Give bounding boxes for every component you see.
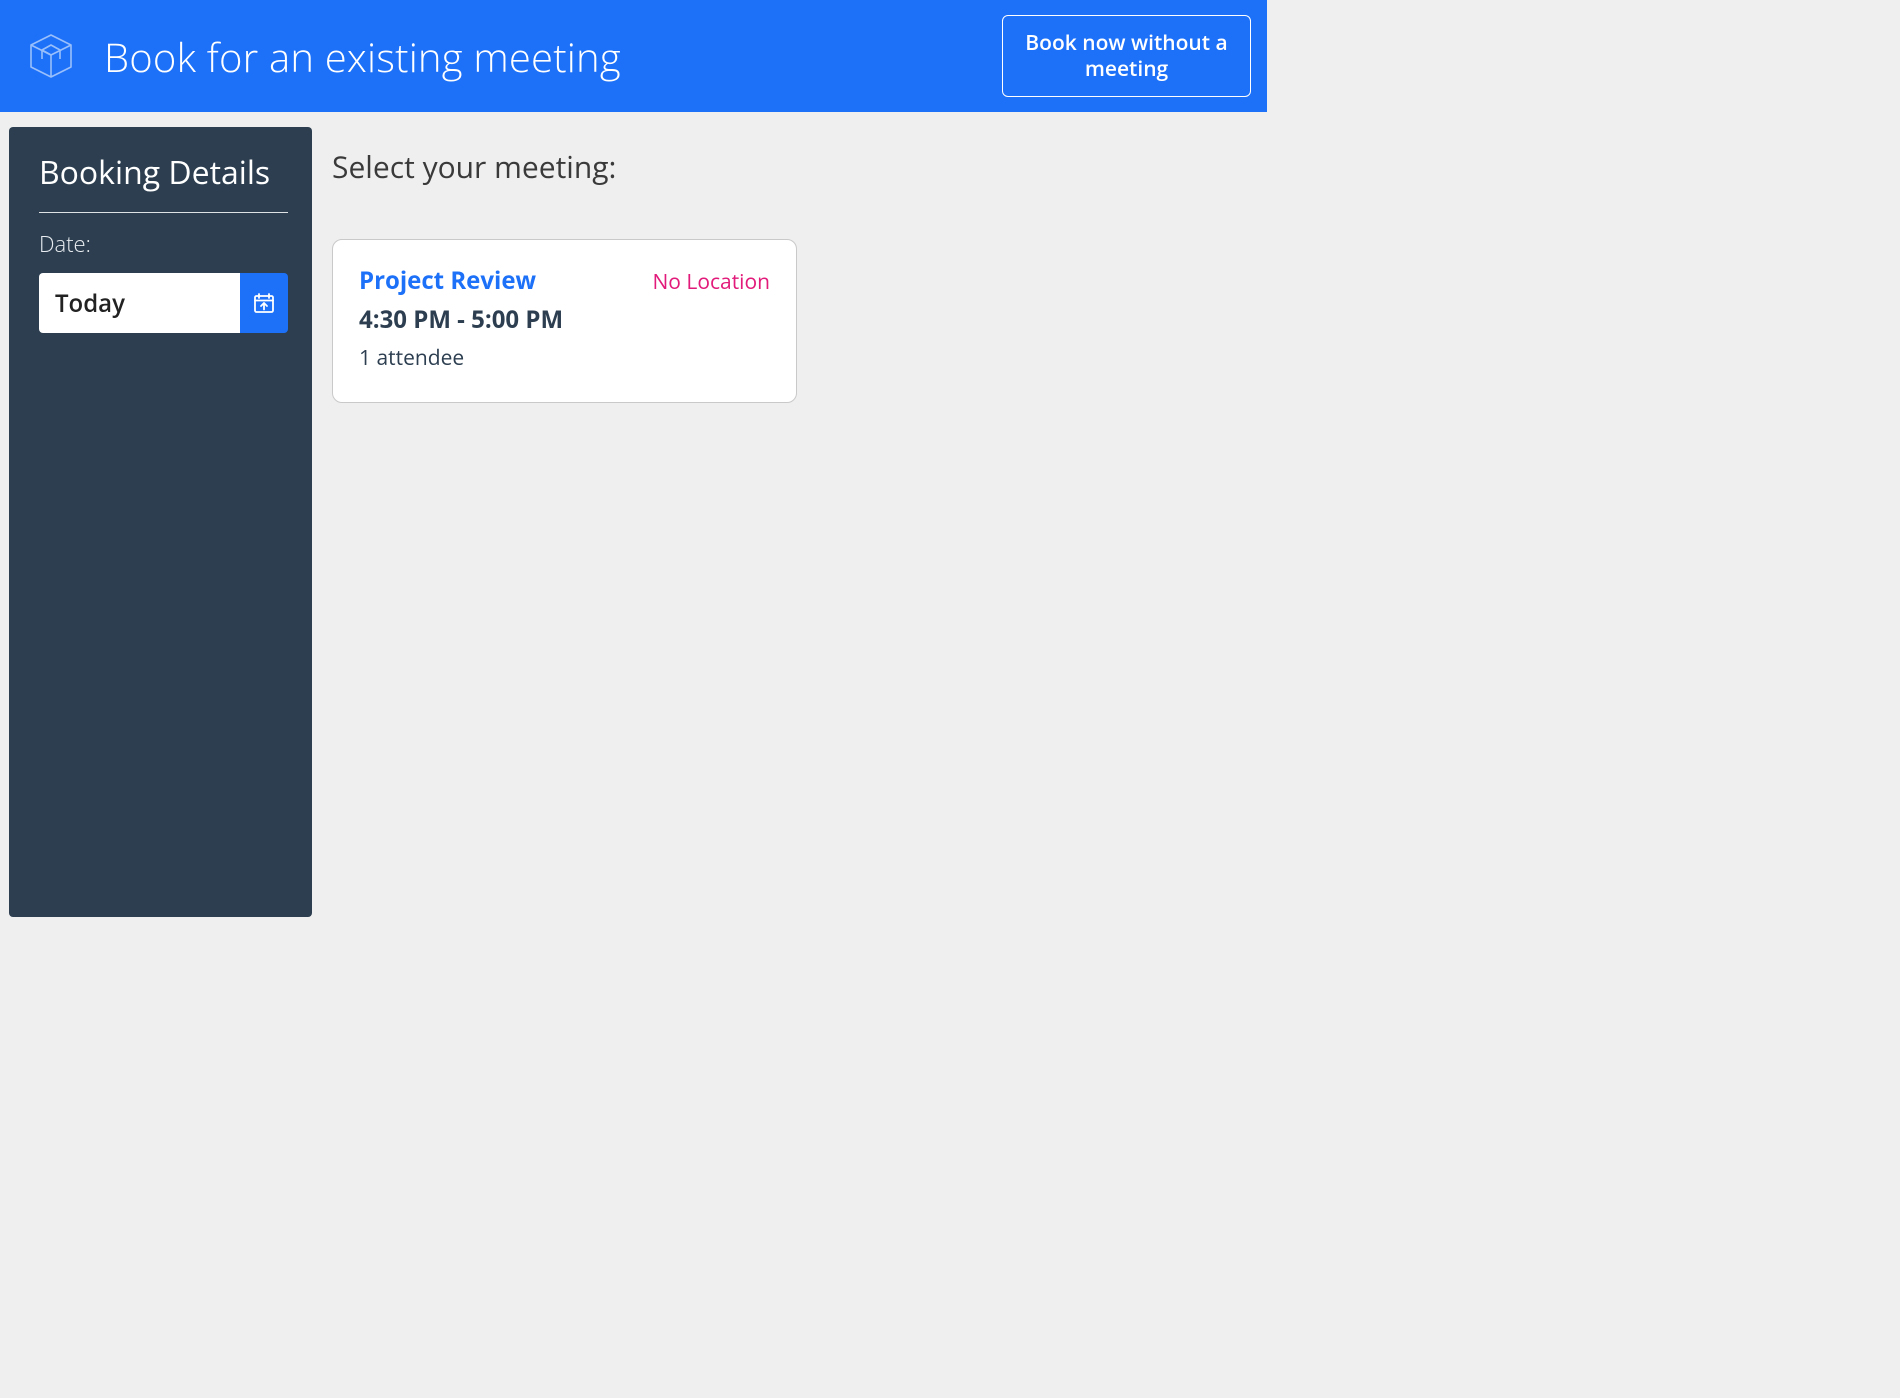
app-logo-icon xyxy=(26,31,76,81)
date-display[interactable]: Today xyxy=(39,273,240,333)
open-calendar-button[interactable] xyxy=(240,273,288,333)
book-without-meeting-button[interactable]: Book now without a meeting xyxy=(1002,15,1251,98)
sidebar-divider xyxy=(39,212,288,213)
meeting-card-header-row: Project Review No Location xyxy=(359,264,770,297)
meeting-location: No Location xyxy=(652,268,770,296)
date-label: Date: xyxy=(39,229,288,259)
booking-details-sidebar: Booking Details Date: Today xyxy=(9,127,312,917)
main-content: Select your meeting: Project Review No L… xyxy=(312,112,1267,932)
page-body: Booking Details Date: Today Select your … xyxy=(0,112,1267,932)
meeting-attendees: 1 attendee xyxy=(359,344,770,372)
page-title: Book for an existing meeting xyxy=(104,29,1002,84)
meeting-card[interactable]: Project Review No Location 4:30 PM - 5:0… xyxy=(332,239,797,403)
select-meeting-heading: Select your meeting: xyxy=(332,146,1247,187)
sidebar-title: Booking Details xyxy=(39,151,288,194)
meeting-time: 4:30 PM - 5:00 PM xyxy=(359,303,770,336)
calendar-icon xyxy=(252,291,276,315)
meeting-title: Project Review xyxy=(359,264,536,297)
date-picker[interactable]: Today xyxy=(39,273,288,333)
page-header: Book for an existing meeting Book now wi… xyxy=(0,0,1267,112)
